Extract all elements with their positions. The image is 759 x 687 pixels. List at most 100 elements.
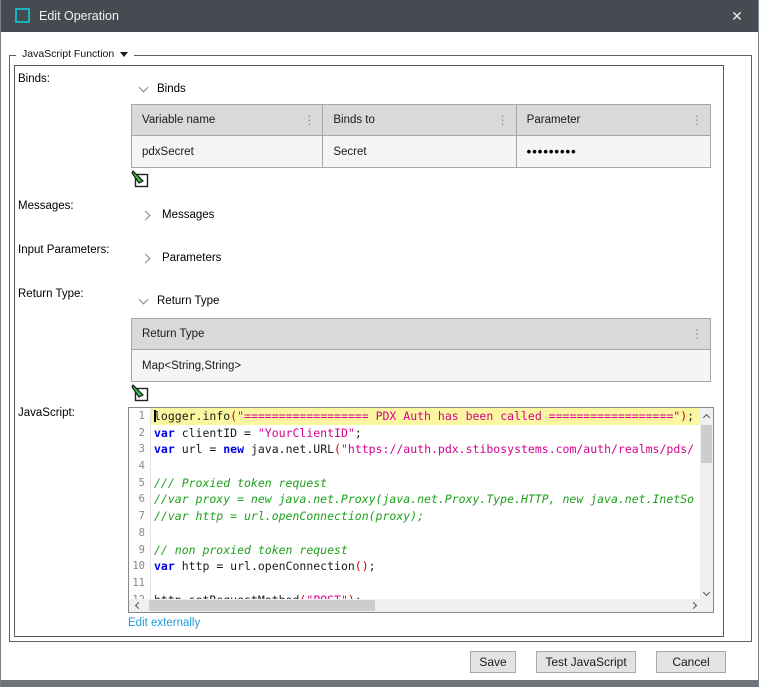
code-line[interactable]: 6//var proxy = new java.net.Proxy(java.n… — [129, 491, 702, 508]
code-token: "================== PDX Auth has been ca… — [237, 409, 680, 423]
code-line[interactable]: 10var http = url.openConnection(); — [129, 558, 702, 575]
code-token: // non proxied token request — [154, 543, 348, 557]
code-line-text[interactable]: var url = new java.net.URL("https://auth… — [151, 441, 702, 458]
code-token: //var http = url.openConnection(proxy); — [154, 509, 424, 523]
group-label-text: JavaScript Function — [22, 48, 114, 60]
code-line-text[interactable] — [151, 458, 702, 475]
column-header-label: Binds to — [333, 114, 375, 126]
code-line-text[interactable]: /// Proxied token request — [151, 475, 702, 492]
column-header-label: Variable name — [142, 114, 215, 126]
chevron-right-icon — [141, 210, 151, 220]
cell-value: Map<String,String> — [142, 360, 241, 372]
code-token: () — [355, 559, 369, 573]
table-row: Map<String,String> — [132, 350, 710, 381]
code-line[interactable]: 8 — [129, 525, 702, 542]
save-button[interactable]: Save — [470, 651, 516, 673]
code-line-text[interactable]: var clientID = "YourClientID"; — [151, 425, 702, 442]
code-line[interactable]: 5/// Proxied token request — [129, 475, 702, 492]
line-number: 4 — [129, 458, 151, 475]
code-token: //var proxy = new java.net.Proxy(java.ne… — [154, 492, 694, 506]
code-line-text[interactable]: //var proxy = new java.net.Proxy(java.ne… — [151, 491, 702, 508]
parameters-expander[interactable]: Parameters — [142, 252, 221, 264]
code-line-text[interactable] — [151, 575, 702, 592]
column-menu-icon[interactable]: ⋮ — [691, 329, 703, 339]
line-number: 5 — [129, 475, 151, 492]
line-number: 7 — [129, 508, 151, 525]
table-header-row: Return Type⋮ — [132, 319, 710, 350]
code-lines[interactable]: 1logger.info("================== PDX Aut… — [129, 408, 702, 601]
messages-expander[interactable]: Messages — [142, 209, 214, 221]
code-token: ( — [334, 442, 341, 456]
group-collapse-icon[interactable] — [120, 52, 128, 57]
scroll-up-button[interactable] — [700, 408, 713, 423]
chevron-right-icon — [141, 253, 151, 263]
code-line[interactable]: 4 — [129, 458, 702, 475]
horizontal-scroll-thumb[interactable] — [149, 600, 375, 611]
table-header-row: Variable name⋮Binds to⋮Parameter⋮ — [132, 105, 710, 136]
column-menu-icon[interactable]: ⋮ — [691, 115, 703, 125]
column-menu-icon[interactable]: ⋮ — [497, 115, 509, 125]
code-line[interactable]: 9// non proxied token request — [129, 542, 702, 559]
edit-externally-link[interactable]: Edit externally — [128, 617, 200, 629]
chevron-down-icon — [139, 83, 149, 93]
binds-expander[interactable]: Binds — [140, 83, 186, 95]
table-cell[interactable]: Secret — [323, 136, 516, 167]
test-javascript-button[interactable]: Test JavaScript — [536, 651, 636, 673]
return-type-expander-label: Return Type — [157, 295, 219, 307]
code-line[interactable]: 3var url = new java.net.URL("https://aut… — [129, 441, 702, 458]
code-line-text[interactable] — [151, 525, 702, 542]
code-line[interactable]: 2var clientID = "YourClientID"; — [129, 425, 702, 442]
messages-expander-label: Messages — [162, 209, 214, 221]
code-line[interactable]: 7//var http = url.openConnection(proxy); — [129, 508, 702, 525]
group-label[interactable]: JavaScript Function — [16, 48, 134, 60]
line-number: 8 — [129, 525, 151, 542]
scroll-left-button[interactable] — [129, 599, 144, 612]
line-number: 10 — [129, 558, 151, 575]
cell-value: Secret — [333, 146, 366, 158]
column-menu-icon[interactable]: ⋮ — [303, 115, 315, 125]
code-line-text[interactable]: // non proxied token request — [151, 542, 702, 559]
code-token: ; — [355, 426, 362, 440]
cell-value: ••••••••• — [527, 144, 577, 159]
column-header[interactable]: Parameter⋮ — [517, 105, 710, 136]
code-line[interactable]: 1logger.info("================== PDX Aut… — [129, 408, 702, 425]
scrollbar-corner — [700, 599, 713, 612]
cancel-button[interactable]: Cancel — [656, 651, 726, 673]
code-token: "https://auth.pdx.stibosystems.com/auth/… — [341, 442, 694, 456]
code-token: ; — [369, 559, 376, 573]
binds-table: Variable name⋮Binds to⋮Parameter⋮pdxSecr… — [131, 104, 711, 168]
code-token: java.net.URL — [244, 442, 334, 456]
code-line[interactable]: 11 — [129, 575, 702, 592]
window-title: Edit Operation — [39, 0, 119, 32]
edit-table-icon[interactable] — [131, 170, 149, 188]
code-token: ; — [687, 409, 694, 423]
column-header[interactable]: Return Type⋮ — [132, 319, 710, 350]
binds-expander-label: Binds — [157, 83, 186, 95]
code-token: logger.info — [154, 409, 230, 423]
code-line-text[interactable]: logger.info("================== PDX Auth… — [151, 408, 702, 425]
window-bottom-edge — [1, 680, 758, 687]
edit-table-icon[interactable] — [131, 384, 149, 402]
line-number: 6 — [129, 491, 151, 508]
return-type-label: Return Type: — [18, 288, 84, 300]
table-cell[interactable]: Map<String,String> — [132, 350, 710, 381]
table-cell[interactable]: pdxSecret — [132, 136, 323, 167]
code-line-text[interactable]: //var http = url.openConnection(proxy); — [151, 508, 702, 525]
line-number: 1 — [129, 408, 151, 425]
parameters-expander-label: Parameters — [162, 252, 221, 264]
column-header[interactable]: Variable name ⋮ — [132, 105, 323, 136]
line-number: 2 — [129, 425, 151, 442]
horizontal-scrollbar[interactable] — [129, 599, 702, 612]
column-header[interactable]: Binds to ⋮ — [323, 105, 516, 136]
input-parameters-label: Input Parameters: — [18, 244, 109, 256]
close-button[interactable]: ✕ — [720, 0, 754, 32]
table-cell[interactable]: ••••••••• — [517, 136, 710, 167]
vertical-scrollbar[interactable] — [700, 408, 713, 601]
code-token: /// Proxied token request — [154, 476, 327, 490]
line-number: 3 — [129, 441, 151, 458]
javascript-code-editor[interactable]: 1logger.info("================== PDX Aut… — [128, 407, 714, 613]
code-line-text[interactable]: var http = url.openConnection(); — [151, 558, 702, 575]
title-bar[interactable]: Edit Operation ✕ — [1, 0, 758, 32]
vertical-scroll-thumb[interactable] — [701, 425, 712, 463]
return-type-expander[interactable]: Return Type — [140, 295, 219, 307]
